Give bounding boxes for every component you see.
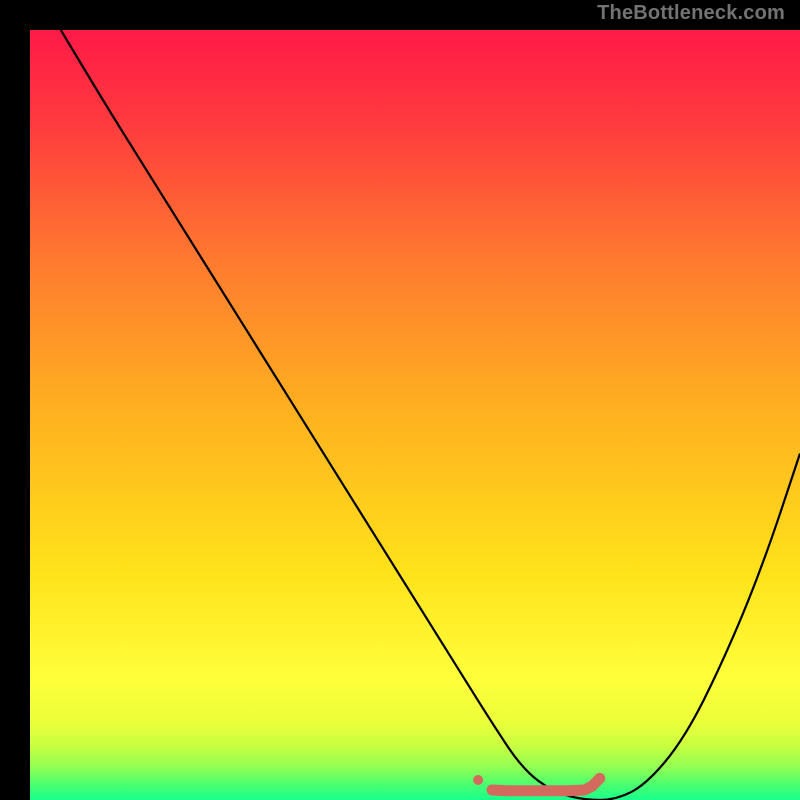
chart-svg <box>30 30 800 800</box>
watermark-text: TheBottleneck.com <box>597 2 785 25</box>
plot-background <box>30 30 800 800</box>
chart-frame <box>15 15 785 785</box>
sweet-spot-dot <box>473 775 483 785</box>
